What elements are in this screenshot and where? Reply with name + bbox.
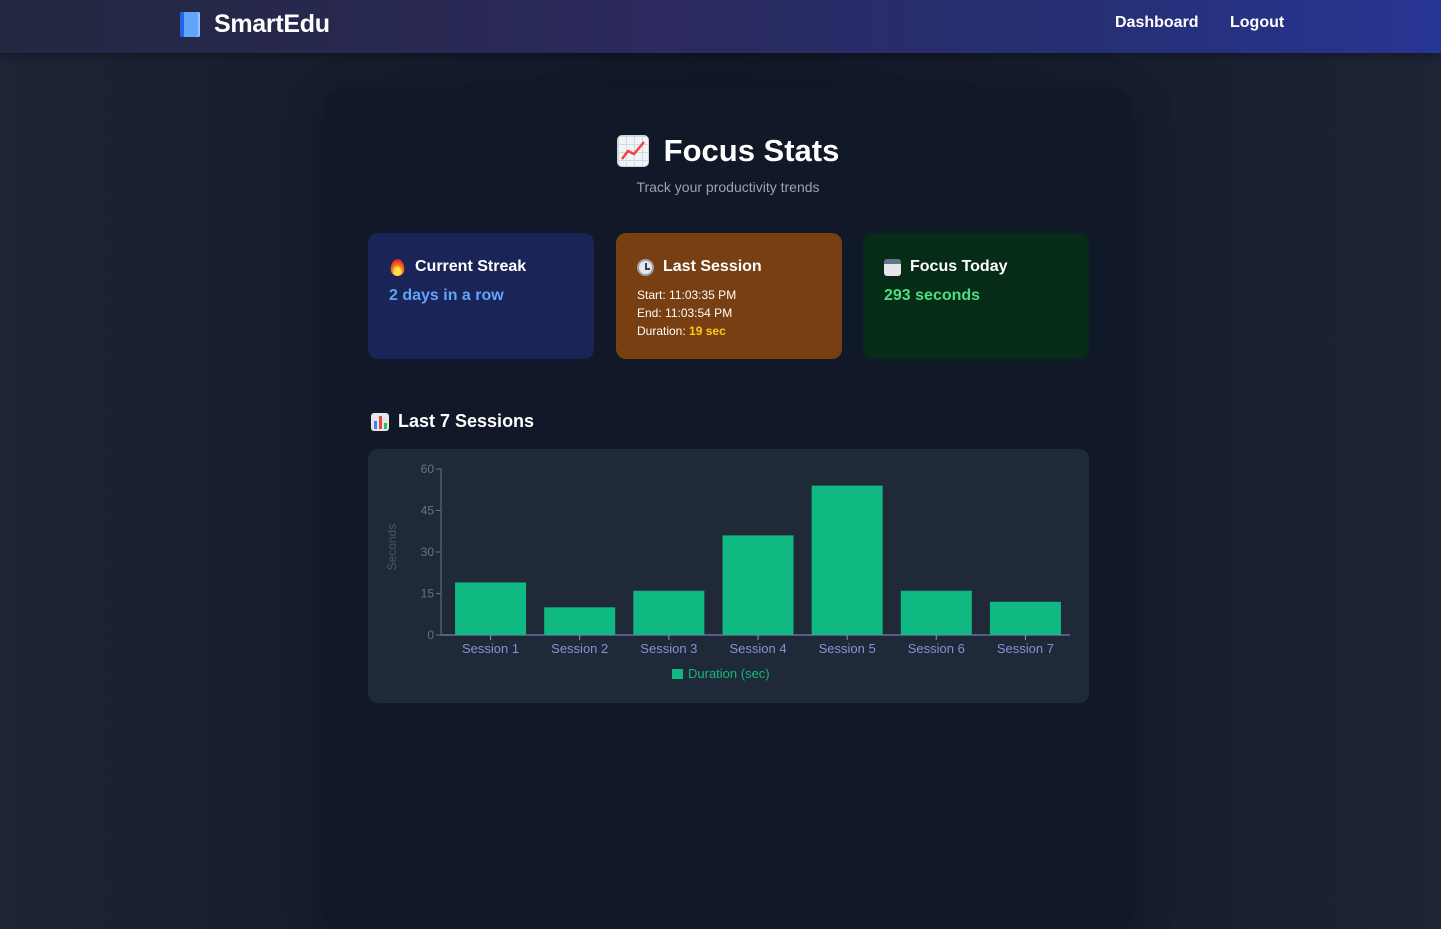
- session-end: End: 11:03:54 PM: [637, 306, 733, 320]
- y-tick-label: 45: [421, 504, 435, 518]
- duration-value: 19 sec: [689, 324, 726, 338]
- bar-4: [722, 535, 794, 635]
- bar-5: [811, 485, 883, 635]
- calendar-icon: [884, 258, 901, 276]
- nav-link-dashboard[interactable]: Dashboard: [1115, 14, 1199, 32]
- y-tick-label: 60: [421, 462, 435, 476]
- x-tick-label: Session 1: [462, 641, 519, 656]
- x-tick-label: Session 5: [819, 641, 876, 656]
- bar-3: [633, 590, 705, 635]
- sessions-chart: 0 15 30 45 60 Seconds Session 1 Session 2 Sessio…: [368, 449, 1089, 703]
- session-duration: Duration: 19 sec: [637, 324, 726, 338]
- x-tick-label: Session 2: [551, 641, 608, 656]
- page-title: Focus Stats: [663, 133, 840, 168]
- page-subtitle: Track your productivity trends: [636, 179, 820, 195]
- legend-label: Duration (sec): [688, 666, 770, 681]
- card-title: Focus Today: [910, 258, 1008, 275]
- section-title: Last 7 Sessions: [371, 411, 534, 432]
- bar-7: [989, 601, 1061, 635]
- bar-chart-svg: 0 15 30 45 60 Seconds Session 1 Session 2 Sessio…: [385, 462, 1070, 681]
- card-title: Last Session: [663, 258, 762, 275]
- x-tick-label: Session 4: [729, 641, 786, 656]
- bar-1: [455, 582, 527, 635]
- clock-icon: [637, 258, 654, 276]
- stats-panel: Focus Stats Track your productivity tren…: [324, 89, 1132, 929]
- bar-chart-icon: [371, 412, 389, 431]
- page-header: Focus Stats: [324, 133, 1132, 169]
- x-tick-label: Session 3: [640, 641, 697, 656]
- brand-name[interactable]: SmartEdu: [214, 10, 330, 39]
- y-tick-label: 15: [421, 587, 435, 601]
- bar-2: [544, 607, 616, 635]
- section-title-text: Last 7 Sessions: [398, 411, 535, 431]
- session-start: Start: 11:03:35 PM: [637, 288, 737, 302]
- focus-today-value: 293 seconds: [884, 287, 981, 304]
- chart-increasing-icon: [616, 135, 649, 167]
- focus-today-card: Focus Today 293 seconds: [863, 233, 1089, 359]
- fire-icon: [390, 258, 405, 276]
- y-tick-label: 30: [421, 545, 435, 559]
- last-session-card: Last Session Start: 11:03:35 PM End: 11:…: [616, 233, 842, 359]
- nav-link-logout[interactable]: Logout: [1230, 14, 1284, 32]
- streak-value: 2 days in a row: [389, 287, 504, 304]
- current-streak-card: Current Streak 2 days in a row: [368, 233, 594, 359]
- legend-swatch: [672, 669, 683, 679]
- brand[interactable]: SmartEdu: [180, 9, 330, 39]
- card-title: Current Streak: [415, 258, 527, 275]
- book-icon: [180, 11, 200, 37]
- x-tick-label: Session 7: [997, 641, 1054, 656]
- x-tick-label: Session 6: [908, 641, 965, 656]
- top-navbar: SmartEdu Dashboard Logout: [0, 0, 1441, 53]
- y-tick-label: 0: [427, 628, 434, 642]
- bar-6: [900, 590, 972, 635]
- y-axis-label: Seconds: [385, 524, 399, 571]
